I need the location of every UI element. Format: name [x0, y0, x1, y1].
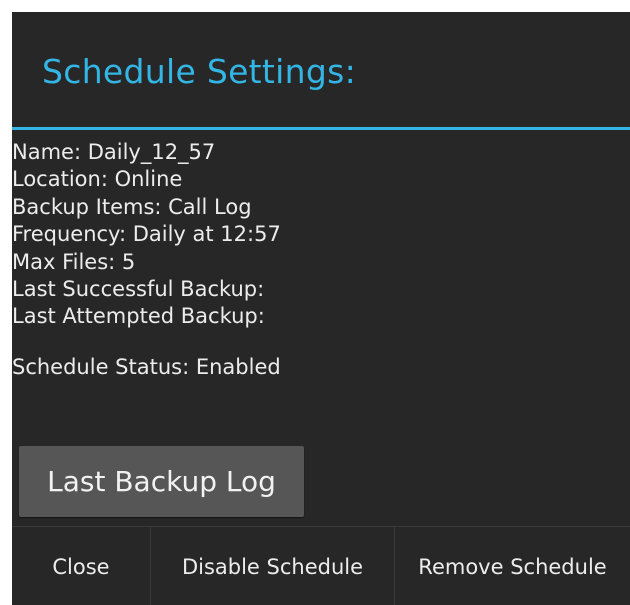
schedule-name: Name: Daily_12_57: [12, 140, 216, 164]
schedule-info: Name: Daily_12_57 Location: Online Backu…: [12, 130, 630, 381]
schedule-settings-dialog: Schedule Settings: Name: Daily_12_57 Loc…: [12, 12, 630, 605]
dialog-title: Schedule Settings:: [42, 51, 357, 91]
dialog-footer: Close Disable Schedule Remove Schedule: [12, 526, 630, 605]
last-backup-log-button[interactable]: Last Backup Log: [19, 446, 304, 517]
schedule-location: Location: Online: [12, 167, 183, 192]
schedule-backup-items: Backup Items: Call Log: [12, 194, 252, 219]
disable-schedule-button[interactable]: Disable Schedule: [151, 527, 395, 605]
dialog-title-bar: Schedule Settings:: [12, 12, 630, 127]
close-button[interactable]: Close: [12, 527, 151, 605]
schedule-status: Schedule Status: Enabled: [12, 354, 281, 379]
last-attempted-backup: Last Attempted Backup:: [12, 304, 265, 329]
schedule-max-files: Max Files: 5: [12, 249, 136, 274]
remove-schedule-button[interactable]: Remove Schedule: [395, 527, 630, 605]
schedule-frequency: Frequency: Daily at 12:57: [12, 222, 281, 247]
last-successful-backup: Last Successful Backup:: [12, 277, 265, 302]
